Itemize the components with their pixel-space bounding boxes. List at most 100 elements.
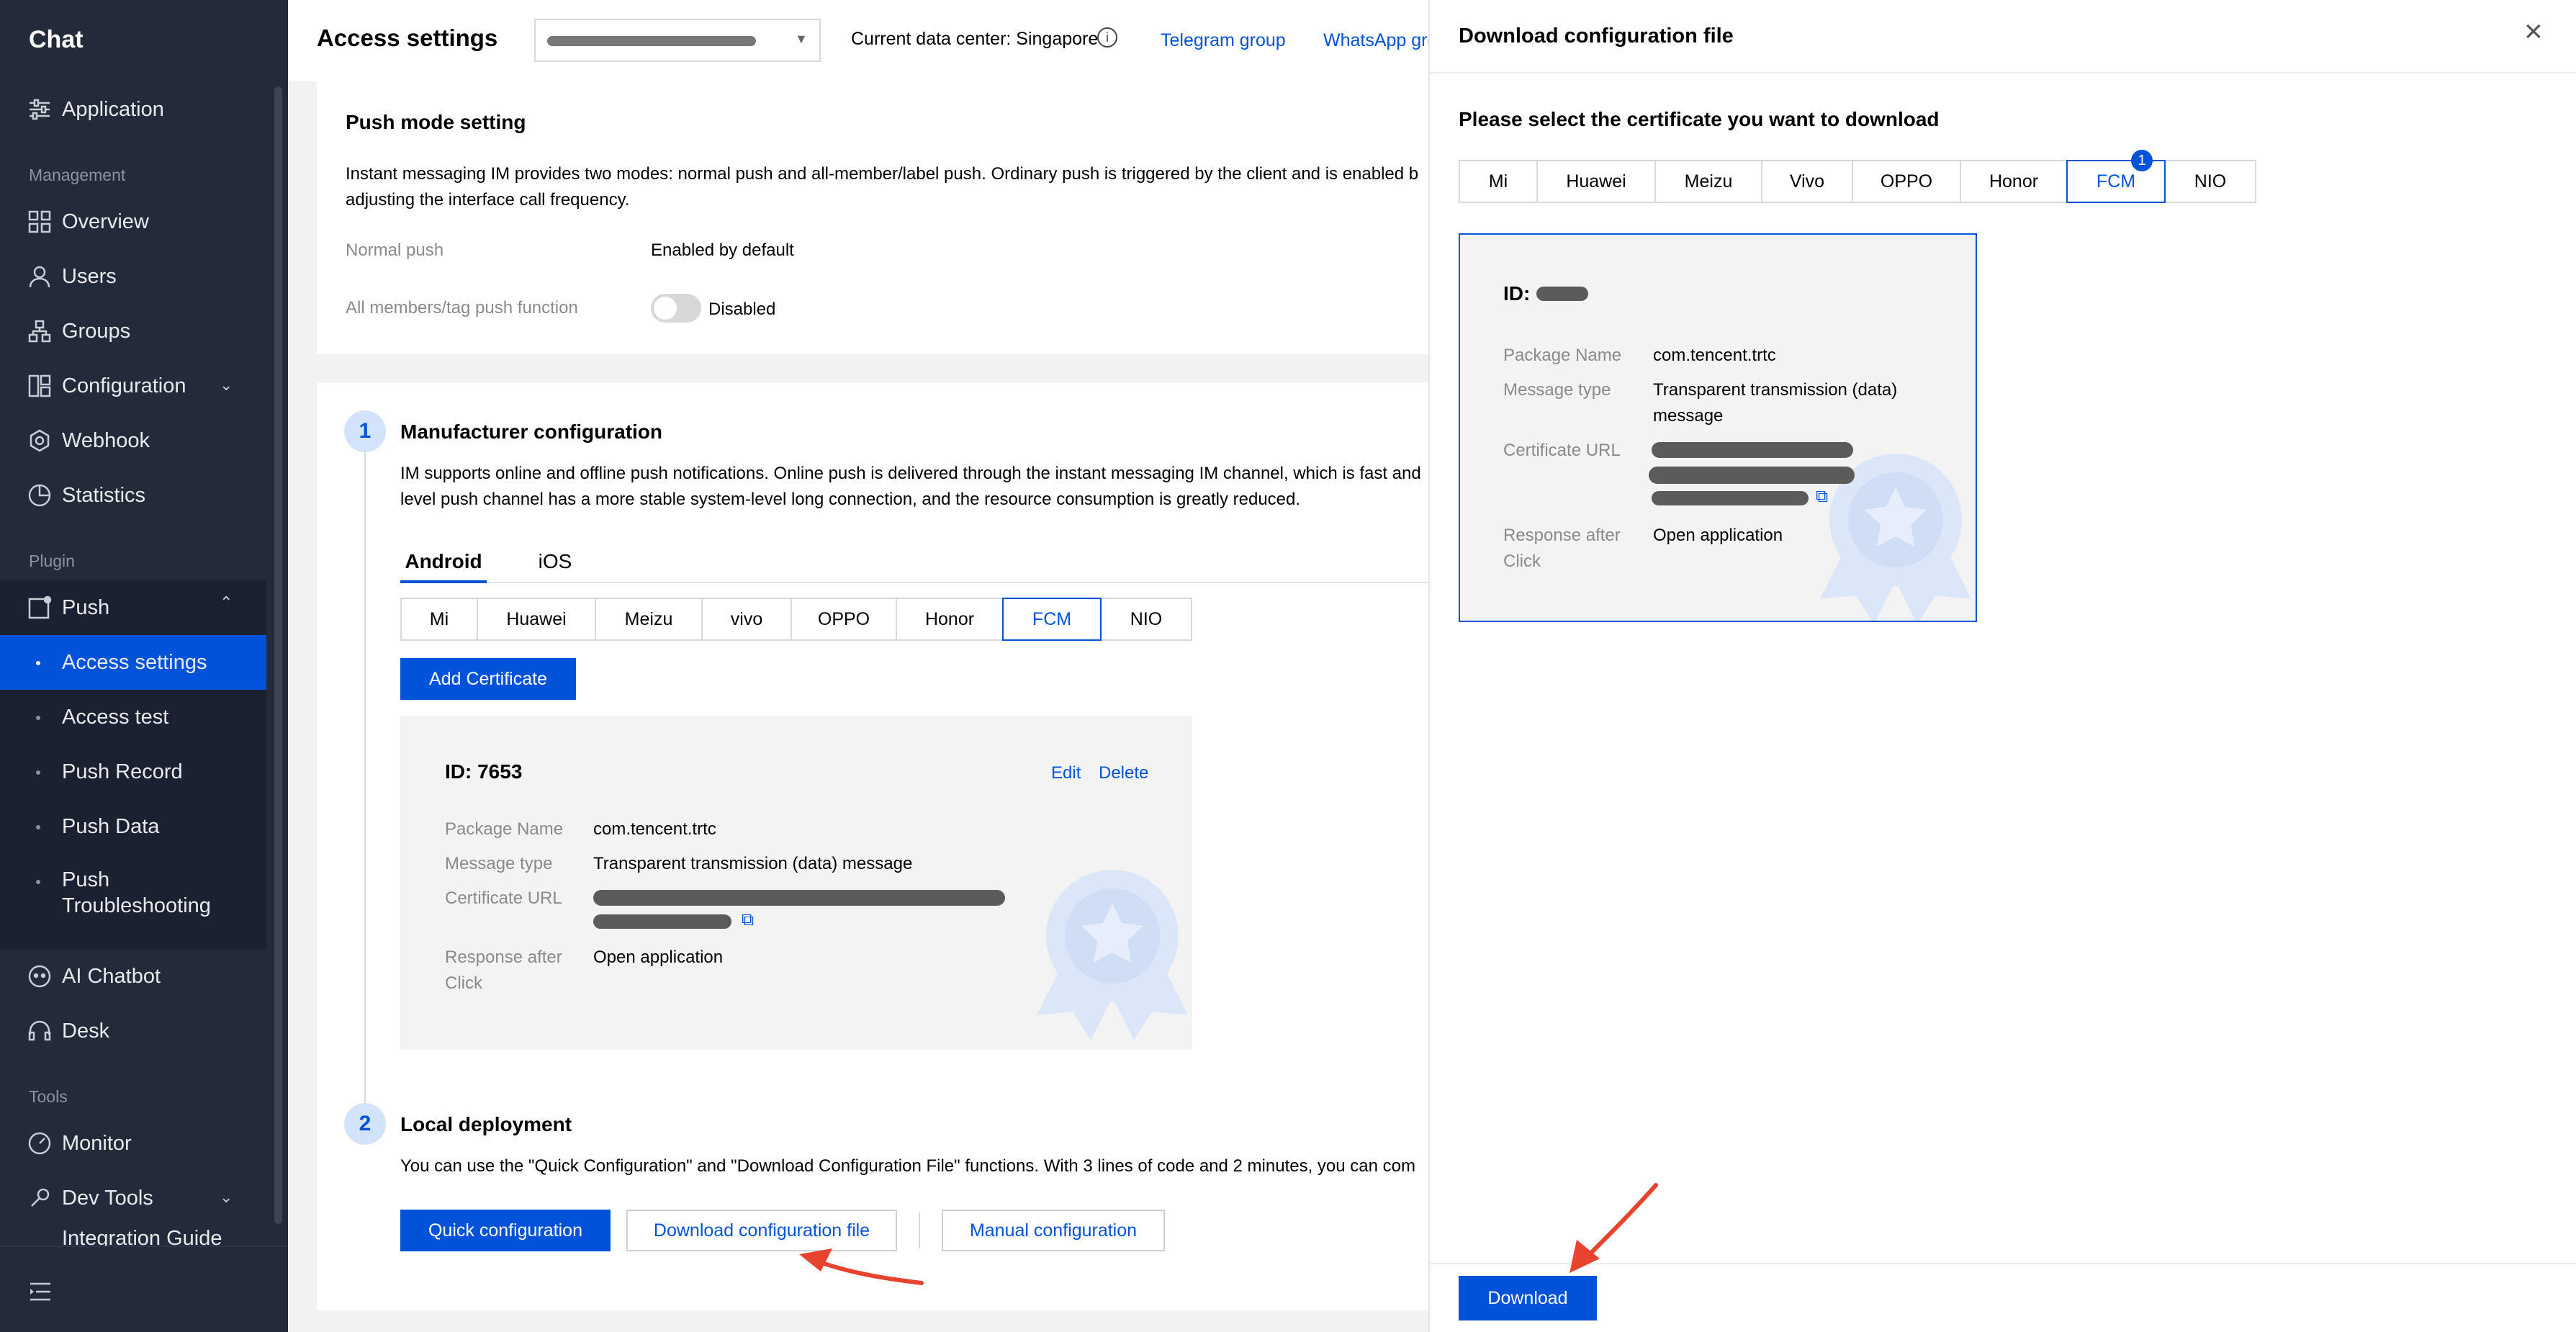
sidebar-item-label: Webhook xyxy=(62,428,150,452)
chevron-down-icon: ⌄ xyxy=(220,1188,233,1206)
quick-configuration-button[interactable]: Quick configuration xyxy=(400,1210,611,1251)
vendor-tab-mi[interactable]: Mi xyxy=(400,598,478,641)
delete-link[interactable]: Delete xyxy=(1099,763,1148,783)
drawer-package-name-value: com.tencent.trtc xyxy=(1653,346,1776,365)
step-2-badge: 2 xyxy=(344,1103,386,1145)
sidebar-subitem-label: Push Record xyxy=(62,760,183,783)
sidebar-subitem-label: Access test xyxy=(62,706,169,729)
edit-link[interactable]: Edit xyxy=(1051,763,1081,783)
sidebar-scrollbar[interactable] xyxy=(274,86,282,1224)
sidebar-item-monitor[interactable]: Monitor xyxy=(0,1116,266,1171)
sidebar-item-label: Groups xyxy=(62,319,131,343)
headset-icon xyxy=(27,1019,52,1043)
all-push-toggle[interactable] xyxy=(651,294,701,323)
step-1-badge: 1 xyxy=(344,410,386,452)
sidebar-group-management: Management xyxy=(29,166,126,184)
caret-down-icon: ▼ xyxy=(795,32,808,46)
normal-push-label: Normal push xyxy=(346,240,444,260)
manufacturer-title: Manufacturer configuration xyxy=(400,420,663,443)
telegram-group-link[interactable]: Telegram group xyxy=(1161,30,1286,51)
vendor-tab-nio[interactable]: NIO xyxy=(1100,598,1192,641)
app-select[interactable]: ▼ xyxy=(534,19,821,62)
vendor-tab-honor[interactable]: Honor xyxy=(896,598,1004,641)
drawer-vendor-tab-oppo[interactable]: OPPO xyxy=(1852,160,1961,203)
drawer-vendor-tab-meizu[interactable]: Meizu xyxy=(1654,160,1762,203)
sidebar-group-tools: Tools xyxy=(29,1087,68,1106)
redacted-app-name xyxy=(547,36,756,46)
sidebar-item-label: Overview xyxy=(62,210,149,233)
drawer-response-after-click-value: Open application xyxy=(1653,526,1783,545)
sidebar-item-label: Statistics xyxy=(62,483,146,507)
normal-push-value: Enabled by default xyxy=(651,240,794,260)
drawer-vendor-tab-honor[interactable]: Honor xyxy=(1960,160,2068,203)
vendor-tab-vivo[interactable]: vivo xyxy=(701,598,792,641)
external-link-icon: ⧉ xyxy=(742,910,755,930)
drawer-certificate-url-link[interactable]: ⧉ xyxy=(1649,436,1865,516)
sidebar-subitem-push-troubleshooting[interactable]: Push Troubleshooting xyxy=(0,854,266,933)
info-icon[interactable]: i xyxy=(1097,27,1117,48)
sidebar-item-webhook[interactable]: Webhook xyxy=(0,413,266,468)
redacted-url-line xyxy=(593,914,731,929)
package-name-label: Package Name xyxy=(445,819,564,839)
response-after-click-value: Open application xyxy=(593,948,724,967)
sidebar-subitem-label: Access settings xyxy=(62,651,207,674)
drawer-vendor-tab-nio[interactable]: NIO xyxy=(2164,160,2256,203)
user-icon xyxy=(27,264,52,289)
manual-configuration-button[interactable]: Manual configuration xyxy=(942,1210,1165,1251)
chevron-up-icon: ⌃ xyxy=(220,593,233,611)
sidebar-item-push[interactable]: Push ⌃ xyxy=(0,580,266,635)
sidebar-subitem-label: Push Troubleshooting xyxy=(62,868,211,917)
sidebar-item-integration-guide[interactable]: Integration Guide xyxy=(0,1225,266,1246)
message-type-label: Message type xyxy=(445,854,553,873)
sidebar-item-desk[interactable]: Desk xyxy=(0,1004,266,1058)
close-icon[interactable]: × xyxy=(2524,16,2543,48)
sidebar-subitem-access-test[interactable]: Access test xyxy=(0,690,266,744)
grid-icon xyxy=(27,210,52,234)
drawer-vendor-tab-mi[interactable]: Mi xyxy=(1459,160,1538,203)
drawer-certificate-url-label: Certificate URL xyxy=(1503,441,1621,460)
add-certificate-button[interactable]: Add Certificate xyxy=(400,658,576,700)
config-card: 1 Manufacturer configuration IM supports… xyxy=(317,383,1428,1310)
vendor-tab-fcm[interactable]: FCM xyxy=(1002,598,1102,641)
drawer-certificate-card[interactable]: ID: Package Name com.tencent.trtc Messag… xyxy=(1459,233,1977,622)
certificate-url-link[interactable]: ⧉ xyxy=(593,884,1005,930)
sidebar-subitem-push-record[interactable]: Push Record xyxy=(0,744,266,799)
tab-ios[interactable]: iOS xyxy=(530,550,580,583)
push-mode-card: Push mode setting Instant messaging IM p… xyxy=(317,81,1428,354)
manufacturer-desc-line1: IM supports online and offline push noti… xyxy=(400,464,1421,483)
sidebar-subitem-access-settings[interactable]: Access settings xyxy=(0,635,266,690)
main-header: Access settings ▼ Current data center: S… xyxy=(288,0,1428,81)
sidebar-item-groups[interactable]: Groups xyxy=(0,304,266,359)
drawer-message-type-value-line1: Transparent transmission (data) xyxy=(1653,380,1898,400)
sliders-icon xyxy=(27,97,52,122)
redacted-url-line xyxy=(1652,491,1809,505)
vendor-tab-huawei[interactable]: Huawei xyxy=(477,598,596,641)
sidebar-group-plugin: Plugin xyxy=(29,552,75,570)
package-name-value: com.tencent.trtc xyxy=(593,819,716,839)
sidebar-item-users[interactable]: Users xyxy=(0,249,266,304)
chatbot-icon xyxy=(27,964,52,989)
drawer-vendor-tab-vivo[interactable]: Vivo xyxy=(1761,160,1853,203)
sidebar-item-application[interactable]: Application xyxy=(0,82,266,137)
download-button[interactable]: Download xyxy=(1459,1276,1597,1320)
tab-android[interactable]: Android xyxy=(400,550,487,583)
drawer-title: Download configuration file xyxy=(1459,24,1734,48)
collapse-menu-icon[interactable] xyxy=(29,1282,52,1302)
all-push-label: All members/tag push function xyxy=(346,298,578,318)
certificate-badge-icon xyxy=(1037,870,1188,1040)
sidebar-item-statistics[interactable]: Statistics xyxy=(0,468,266,523)
sidebar-subitem-push-data[interactable]: Push Data xyxy=(0,799,266,854)
whatsapp-group-link[interactable]: WhatsApp gro xyxy=(1323,30,1428,51)
sidebar-item-overview[interactable]: Overview xyxy=(0,194,266,249)
bullet-icon xyxy=(36,770,40,775)
external-link-icon: ⧉ xyxy=(1816,487,1829,506)
message-type-value: Transparent transmission (data) message xyxy=(593,854,913,873)
sidebar-item-dev-tools[interactable]: Dev Tools ⌄ xyxy=(0,1171,266,1225)
sidebar-item-ai-chatbot[interactable]: AI Chatbot xyxy=(0,949,266,1004)
chevron-down-icon: ⌄ xyxy=(220,376,233,394)
drawer-vendor-tab-huawei[interactable]: Huawei xyxy=(1536,160,1656,203)
vendor-tab-meizu[interactable]: Meizu xyxy=(595,598,703,641)
sidebar-item-configuration[interactable]: Configuration ⌄ xyxy=(0,359,266,413)
manufacturer-desc-line2: level push channel has a more stable sys… xyxy=(400,490,1301,509)
vendor-tab-oppo[interactable]: OPPO xyxy=(791,598,897,641)
